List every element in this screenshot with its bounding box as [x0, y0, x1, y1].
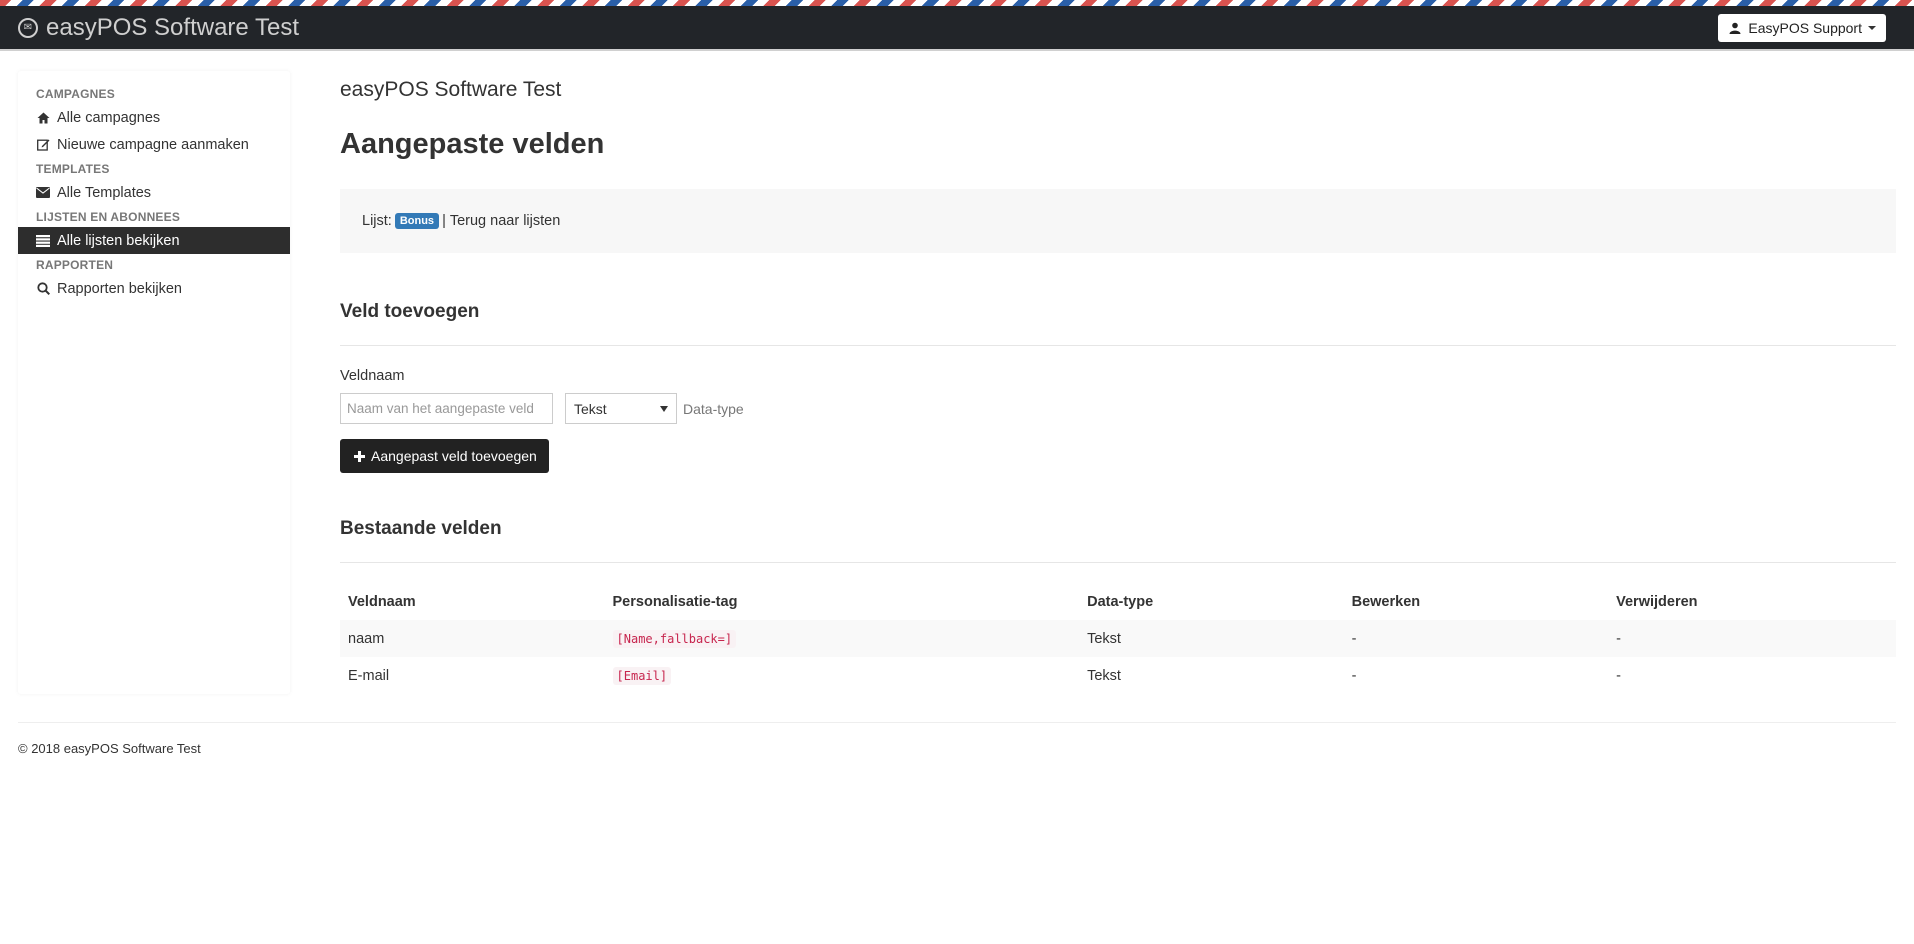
sidebar-item-alle-lijsten[interactable]: Alle lijsten bekijken	[18, 227, 290, 254]
site-title: easyPOS Software Test	[340, 78, 562, 101]
cell-edit: -	[1351, 667, 1357, 684]
sidebar-item-label: Rapporten bekijken	[57, 280, 182, 297]
field-name-placeholder: Naam van het aangepaste veld	[347, 401, 534, 416]
table-header-row: Veldnaam Personalisatie-tag Data-type Be…	[340, 583, 1896, 620]
sidebar-item-alle-templates[interactable]: Alle Templates	[18, 179, 290, 206]
edit-icon	[36, 138, 50, 152]
existing-fields-heading: Bestaande velden	[340, 518, 502, 539]
back-to-lists-link[interactable]: Terug naar lijsten	[450, 213, 560, 229]
list-info-box: Lijst: Bonus | Terug naar lijsten	[340, 189, 1896, 253]
data-type-help: Data-type	[683, 400, 744, 417]
cell-tag: [Email]	[605, 657, 1080, 694]
column-header: Bewerken	[1351, 593, 1421, 610]
user-name: EasyPOS Support	[1748, 19, 1862, 36]
list-badge: Bonus	[394, 213, 440, 229]
add-field-heading: Veld toevoegen	[340, 301, 480, 322]
sidebar-item-label: Alle campagnes	[57, 109, 161, 126]
add-button-label: Aangepast veld toevoegen	[371, 448, 537, 464]
table-row: naam [Name,fallback=] Tekst - -	[340, 620, 1896, 657]
column-header: Veldnaam	[348, 593, 416, 610]
footer: © 2018 easyPOS Software Test	[18, 741, 201, 756]
personalization-tag: [Name,fallback=]	[612, 629, 737, 648]
add-custom-field-button[interactable]: Aangepast veld toevoegen	[340, 439, 549, 473]
sidebar-item-nieuwe-campagne[interactable]: Nieuwe campagne aanmaken	[18, 131, 290, 158]
brand-link[interactable]: ✉ easyPOS Software Test	[18, 14, 299, 42]
cell-delete: -	[1616, 667, 1621, 684]
sidebar-heading-templates: TEMPLATES	[36, 162, 110, 176]
field-name-input[interactable]: Naam van het aangepaste veld	[340, 393, 553, 424]
sidebar-item-rapporten[interactable]: Rapporten bekijken	[18, 275, 290, 302]
cell-field-name: E-mail	[348, 667, 390, 684]
cell-data-type: Tekst	[1087, 630, 1121, 647]
field-name-label: Veldnaam	[340, 368, 405, 384]
brand-name: easyPOS Software Test	[46, 13, 300, 41]
sidebar-heading-rapporten: RAPPORTEN	[36, 258, 114, 272]
cell-data-type: Tekst	[1087, 667, 1121, 684]
sidebar-item-label: Alle Templates	[57, 184, 152, 201]
list-separator: |	[442, 213, 446, 229]
table-row: E-mail [Email] Tekst - -	[340, 657, 1896, 694]
search-icon	[36, 282, 50, 296]
fields-table: Veldnaam Personalisatie-tag Data-type Be…	[340, 583, 1896, 694]
sidebar-item-label: Alle lijsten bekijken	[57, 232, 180, 249]
cell-edit: -	[1351, 630, 1357, 647]
sidebar-item-alle-campagnes[interactable]: Alle campagnes	[18, 104, 290, 131]
sidebar-item-label: Nieuwe campagne aanmaken	[57, 136, 249, 153]
main-content: easyPOS Software Test Aangepaste velden …	[290, 51, 1896, 694]
sidebar: CAMPAGNES Alle campagnes Nieuwe campagne…	[18, 71, 290, 694]
divider	[340, 562, 1896, 563]
data-type-select[interactable]: Tekst	[565, 393, 677, 424]
data-type-value: Tekst	[574, 400, 607, 417]
cell-delete: -	[1616, 630, 1621, 647]
add-field-form: Naam van het aangepaste veld Tekst Data-…	[340, 393, 1896, 424]
home-icon	[36, 111, 50, 125]
sidebar-heading-campagnes: CAMPAGNES	[36, 87, 115, 101]
personalization-tag: [Email]	[612, 666, 672, 685]
column-header: Verwijderen	[1616, 593, 1698, 610]
page-title: Aangepaste velden	[340, 128, 605, 160]
cell-field-name: naam	[348, 630, 385, 647]
list-prefix: Lijst:	[362, 213, 392, 229]
list-icon	[36, 234, 50, 248]
sidebar-heading-lijsten: LIJSTEN EN ABONNEES	[36, 210, 181, 224]
select-arrow-icon	[660, 405, 668, 412]
column-header: Data-type	[1087, 593, 1154, 610]
user-icon	[1728, 21, 1742, 35]
cell-tag: [Name,fallback=]	[605, 620, 1080, 657]
logo-icon: ✉	[18, 17, 38, 38]
caret-down-icon	[1868, 25, 1876, 30]
navbar: ✉ easyPOS Software Test EasyPOS Support	[0, 6, 1914, 51]
user-menu-button[interactable]: EasyPOS Support	[1718, 13, 1886, 42]
plus-icon	[352, 449, 366, 463]
envelope-icon	[36, 186, 50, 200]
divider	[340, 345, 1896, 346]
column-header: Personalisatie-tag	[612, 593, 738, 610]
